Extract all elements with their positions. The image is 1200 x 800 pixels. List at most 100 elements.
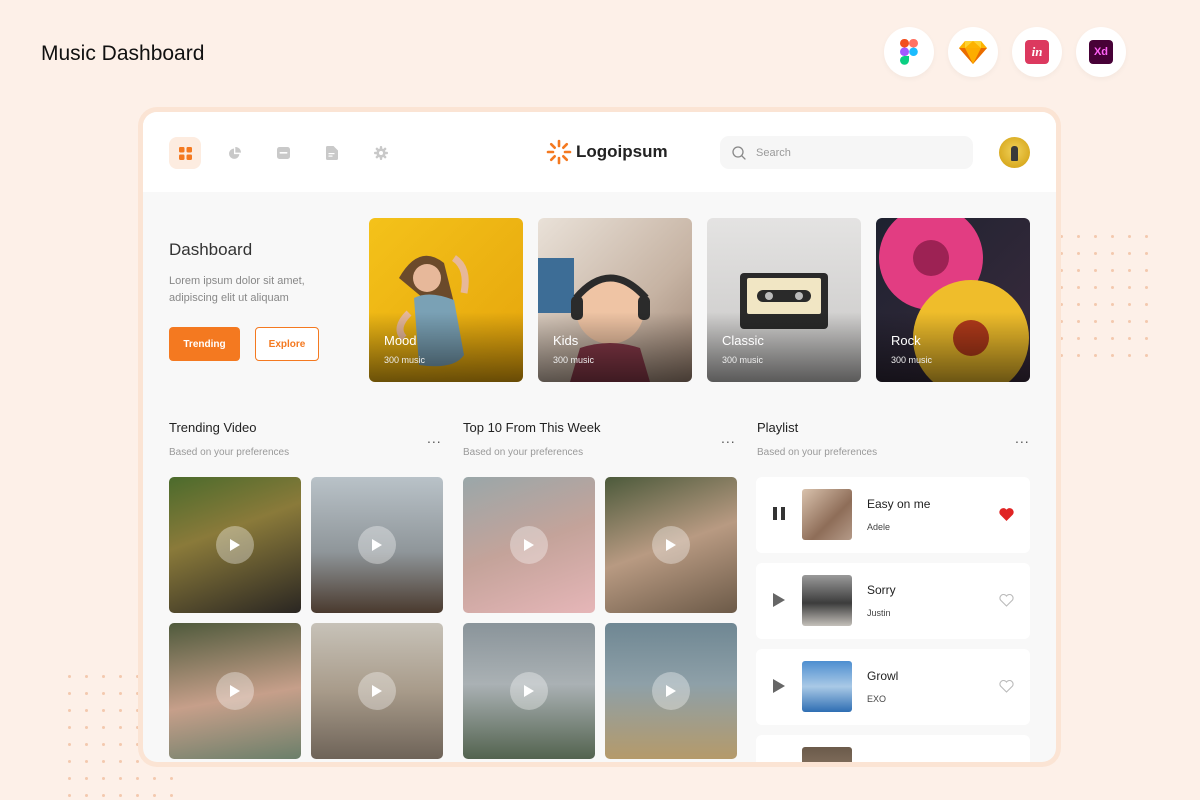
genre-card-classic[interactable]: Classic 300 music bbox=[707, 218, 861, 382]
dot bbox=[136, 692, 139, 695]
avatar[interactable] bbox=[999, 137, 1030, 168]
dot bbox=[1111, 252, 1114, 255]
heart-outline-icon[interactable] bbox=[999, 680, 1014, 693]
play-button[interactable] bbox=[652, 526, 690, 564]
video-thumbnail[interactable] bbox=[463, 477, 595, 613]
play-button[interactable] bbox=[510, 526, 548, 564]
play-button[interactable] bbox=[358, 672, 396, 710]
play-button[interactable] bbox=[510, 672, 548, 710]
dot bbox=[1111, 235, 1114, 238]
nav-documents[interactable] bbox=[316, 137, 348, 169]
dot bbox=[119, 726, 122, 729]
play-icon bbox=[666, 539, 676, 551]
heart-outline-icon[interactable] bbox=[999, 594, 1014, 607]
video-thumbnail[interactable] bbox=[605, 477, 737, 613]
dot bbox=[102, 760, 105, 763]
search-icon bbox=[732, 145, 746, 160]
playlist-track-partial[interactable] bbox=[756, 735, 1030, 762]
nav-bar bbox=[169, 137, 397, 169]
intro-panel: Dashboard Lorem ipsum dolor sit amet, ad… bbox=[169, 240, 319, 361]
more-options-button[interactable]: ... bbox=[721, 430, 736, 446]
dot bbox=[1128, 235, 1131, 238]
dot bbox=[1077, 303, 1080, 306]
dot bbox=[136, 675, 139, 678]
dot bbox=[1060, 269, 1063, 272]
search-input[interactable] bbox=[756, 146, 946, 159]
dot bbox=[1128, 269, 1131, 272]
trending-video-grid bbox=[169, 477, 443, 759]
more-options-button[interactable]: ... bbox=[427, 430, 442, 446]
figma-icon bbox=[884, 27, 934, 77]
search-bar[interactable] bbox=[720, 136, 973, 169]
playlist-track[interactable]: Easy on me Adele bbox=[756, 477, 1030, 553]
play-icon[interactable] bbox=[773, 593, 785, 607]
nav-analytics[interactable] bbox=[218, 137, 250, 169]
genre-count: 300 music bbox=[891, 355, 933, 365]
dot bbox=[102, 709, 105, 712]
dot bbox=[1094, 269, 1097, 272]
dot bbox=[119, 760, 122, 763]
dot bbox=[102, 777, 105, 780]
dot bbox=[1060, 320, 1063, 323]
dot bbox=[1060, 252, 1063, 255]
video-thumbnail[interactable] bbox=[311, 623, 443, 759]
app-window: Logoipsum Dashboard Lorem ipsum dolor si… bbox=[143, 112, 1056, 762]
dot bbox=[1128, 252, 1131, 255]
genre-card-rock[interactable]: Rock 300 music bbox=[876, 218, 1030, 382]
play-button[interactable] bbox=[216, 526, 254, 564]
video-thumbnail[interactable] bbox=[169, 623, 301, 759]
dot bbox=[85, 726, 88, 729]
xd-label: Xd bbox=[1089, 40, 1113, 64]
dot bbox=[1094, 286, 1097, 289]
playlist-header: Playlist Based on your preferences ... bbox=[757, 420, 1029, 458]
video-thumbnail[interactable] bbox=[169, 477, 301, 613]
play-icon bbox=[372, 539, 382, 551]
dot bbox=[1111, 337, 1114, 340]
video-thumbnail[interactable] bbox=[463, 623, 595, 759]
logo[interactable]: Logoipsum bbox=[546, 139, 668, 165]
top10-header: Top 10 From This Week Based on your pref… bbox=[463, 420, 735, 458]
dot bbox=[1111, 303, 1114, 306]
nav-settings[interactable] bbox=[365, 137, 397, 169]
play-button[interactable] bbox=[216, 672, 254, 710]
dot bbox=[68, 777, 71, 780]
genre-count: 300 music bbox=[722, 355, 764, 365]
dot bbox=[1060, 354, 1063, 357]
dot bbox=[1145, 235, 1148, 238]
more-options-button[interactable]: ... bbox=[1015, 430, 1030, 446]
playlist-track[interactable]: Sorry Justin bbox=[756, 563, 1030, 639]
play-icon[interactable] bbox=[773, 679, 785, 693]
dot bbox=[119, 692, 122, 695]
dot bbox=[1111, 354, 1114, 357]
genre-card-kids[interactable]: Kids 300 music bbox=[538, 218, 692, 382]
playlist-track[interactable]: Growl EXO bbox=[756, 649, 1030, 725]
track-artist: EXO bbox=[867, 694, 887, 704]
nav-wallet[interactable] bbox=[267, 137, 299, 169]
heart-filled-icon[interactable] bbox=[999, 508, 1014, 521]
section-title: Playlist bbox=[757, 420, 799, 435]
play-icon bbox=[524, 685, 534, 697]
genre-count: 300 music bbox=[384, 355, 426, 365]
nav-dashboard[interactable] bbox=[169, 137, 201, 169]
pause-icon[interactable] bbox=[773, 507, 785, 520]
dot bbox=[1128, 320, 1131, 323]
video-thumbnail[interactable] bbox=[605, 623, 737, 759]
dot bbox=[102, 675, 105, 678]
dot bbox=[1128, 286, 1131, 289]
dot bbox=[119, 743, 122, 746]
dot bbox=[68, 692, 71, 695]
genre-name: Classic bbox=[722, 333, 764, 348]
video-thumbnail[interactable] bbox=[311, 477, 443, 613]
trending-button[interactable]: Trending bbox=[169, 327, 240, 361]
genre-card-mood[interactable]: Mood 300 music bbox=[369, 218, 523, 382]
play-icon bbox=[524, 539, 534, 551]
dot bbox=[1145, 303, 1148, 306]
logo-sun-icon bbox=[546, 139, 572, 165]
track-title: Easy on me bbox=[867, 497, 931, 511]
play-icon bbox=[666, 685, 676, 697]
dot bbox=[1077, 337, 1080, 340]
play-button[interactable] bbox=[358, 526, 396, 564]
play-button[interactable] bbox=[652, 672, 690, 710]
explore-button[interactable]: Explore bbox=[255, 327, 319, 361]
decorative-dots bbox=[1060, 235, 1148, 357]
